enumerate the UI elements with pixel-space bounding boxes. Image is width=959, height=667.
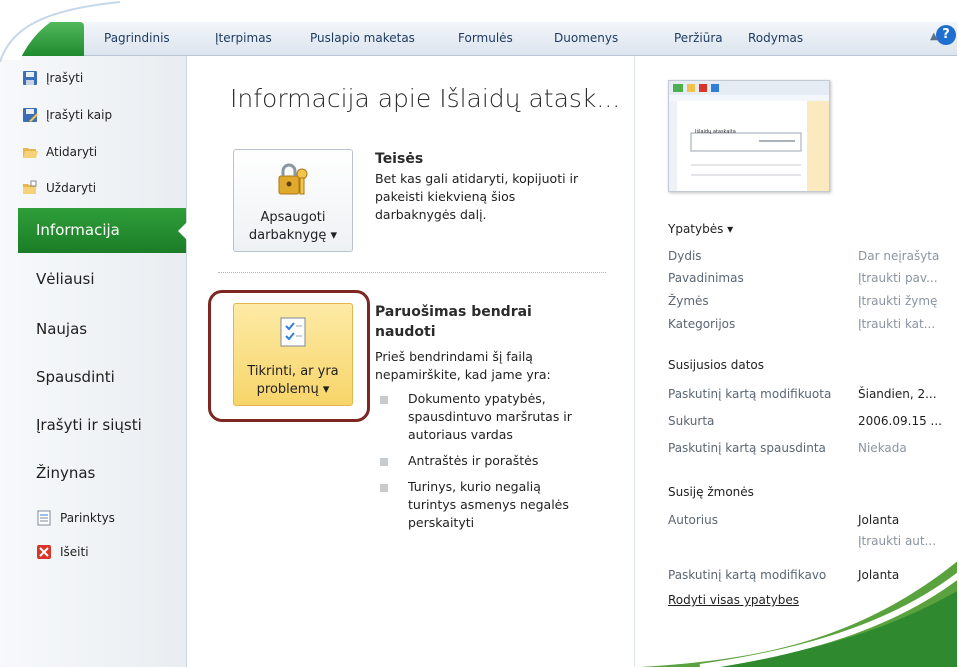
properties-heading[interactable]: Ypatybės ▾ [668,222,733,236]
section-divider [218,272,606,273]
nav-item-label: Išeiti [60,545,89,559]
tab-data[interactable]: Duomenys [554,31,618,45]
close-folder-icon [22,180,38,196]
permissions-text-3: darbaknygės dalį. [375,207,487,222]
backstage-window: Pagrindinis Įterpimas Puslapio maketas F… [0,0,959,667]
thumbnail-title: Išlaidų ataskaita [695,129,736,135]
prop-categories-value[interactable]: Įtraukti kat... [858,317,935,331]
open-folder-icon [22,144,38,160]
save-as-icon [22,107,38,123]
tab-view[interactable]: Rodymas [748,31,803,45]
nav-item-exit[interactable]: Išeiti [36,542,89,562]
tab-review[interactable]: Peržiūra [674,31,723,45]
bullet-2-line-1: Antraštės ir poraštės [408,453,539,468]
author-value[interactable]: Jolanta [858,513,899,527]
nav-item-label: Uždaryti [46,181,97,195]
nav-item-new[interactable]: Naujas [36,320,87,338]
prepare-text-1: Prieš bendrindami šį failą [375,349,533,364]
ribbon-tab-bar: Pagrindinis Įterpimas Puslapio maketas F… [0,22,959,56]
bullet-marker [380,458,388,466]
permissions-text-1: Bet kas gali atidaryti, kopijuoti ir [375,171,579,186]
nav-item-label: Atidaryti [46,145,98,159]
panel-divider [634,56,635,667]
permissions-text-2: pakeisti kiekvieną šios [375,189,516,204]
modified-by-label: Paskutinį kartą modifikavo [668,568,827,582]
people-heading: Susiję žmonės [668,485,754,499]
nav-item-close[interactable]: Uždaryti [22,178,96,198]
prop-tags-value[interactable]: Įtraukti žymę [858,294,937,308]
permissions-heading: Teisės [375,151,424,167]
prepare-heading-1: Paruošimas bendrai [375,304,532,320]
lock-key-icon [275,162,311,202]
nav-item-open[interactable]: Atidaryti [22,142,97,162]
show-all-properties-link[interactable]: Rodyti visas ypatybes [668,593,799,607]
nav-item-label: Parinktys [60,511,115,525]
prepare-text-2: nepamirškite, kad jame yra: [375,367,551,382]
page-title: Informacija apie Išlaidų atask... [230,84,621,113]
bullet-1-line-3: autoriaus vardas [408,427,513,442]
date-printed-value: Niekada [858,441,907,455]
prepare-heading-2: naudoti [375,324,436,340]
thumbnail-preview [669,81,829,191]
nav-item-save[interactable]: Įrašyti [22,68,83,88]
bullet-1-line-1: Dokumento ypatybės, [408,391,546,406]
protect-button-label-1: Apsaugoti [260,210,326,225]
tab-page-layout[interactable]: Puslapio maketas [310,31,415,45]
protect-button-label-2: darbaknygę ▾ [248,228,338,243]
nav-item-save-send[interactable]: Įrašyti ir siųsti [36,416,142,434]
tab-insert[interactable]: Įterpimas [215,31,272,45]
tab-home[interactable]: Pagrindinis [104,31,170,45]
nav-item-help[interactable]: Žinynas [36,464,95,482]
nav-item-label: Įrašyti kaip [46,108,113,122]
add-author-link[interactable]: Įtraukti aut... [858,534,936,548]
bullet-marker [380,484,388,492]
nav-item-print[interactable]: Spausdinti [36,368,115,386]
date-modified-value: Šiandien, 2... [858,387,937,401]
bullet-3-line-3: perskaityti [408,515,475,530]
options-icon [36,510,52,526]
help-icon[interactable]: ? [936,25,956,45]
nav-item-label: Įrašyti [46,71,84,85]
bullet-1-line-2: spausdintuvo maršrutas ir [408,409,572,424]
tab-formulas[interactable]: Formulės [458,31,513,45]
nav-item-options[interactable]: Parinktys [36,508,115,528]
callout-highlight [208,290,370,422]
date-printed-label: Paskutinį kartą spausdinta [668,441,826,455]
bullet-3-line-1: Turinys, kurio negalią [408,479,541,494]
prop-tags-label: Žymės [668,294,709,308]
protect-workbook-button[interactable]: Apsaugoti darbaknygę ▾ [233,149,353,252]
exit-icon [36,544,52,560]
nav-item-info[interactable]: Informacija [18,208,187,253]
nav-item-save-as[interactable]: Įrašyti kaip [22,105,112,125]
prop-categories-label: Kategorijos [668,317,736,331]
workbook-thumbnail: Išlaidų ataskaita [668,80,830,192]
modified-by-value: Jolanta [858,568,900,582]
save-icon [22,70,38,86]
prop-size-label: Dydis [668,249,702,263]
nav-item-label: Informacija [36,221,120,239]
date-modified-label: Paskutinį kartą modifikuota [668,387,832,401]
selected-pointer [178,222,187,240]
nav-item-recent[interactable]: Vėliausi [36,270,95,288]
prop-title-value[interactable]: Įtraukti pav... [858,271,938,285]
file-tab[interactable] [22,22,84,56]
bullet-marker [380,396,388,404]
bullet-3-line-2: turintys asmenys negalės [408,497,569,512]
date-created-value: 2006.09.15 ... [858,414,942,428]
prop-title-label: Pavadinimas [668,271,744,285]
author-label: Autorius [668,513,718,527]
dates-heading: Susijusios datos [668,358,765,372]
prop-size-value: Dar neįrašyta [858,249,940,263]
date-created-label: Sukurta [668,414,715,428]
